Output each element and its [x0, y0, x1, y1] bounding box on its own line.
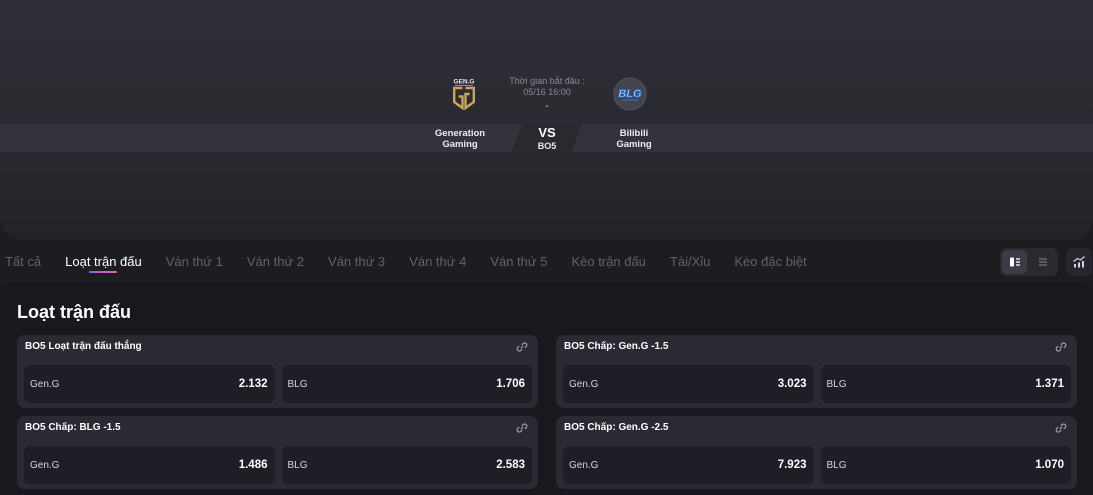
outcome-odds: 1.371: [1035, 378, 1064, 390]
match-start-info: Thời gian bắt đầu : 05/16 16:00 -: [509, 76, 584, 112]
market-outcomes: Gen.G 2.132 BLG 1.706: [17, 359, 538, 408]
link-icon: [1055, 423, 1067, 433]
copy-link-button[interactable]: [1054, 340, 1068, 354]
section-title: Loạt trận đấu: [17, 302, 132, 322]
chart-icon: [1073, 256, 1085, 268]
outcome-team: Gen.G: [30, 379, 60, 390]
outcome-team: BLG: [826, 379, 847, 390]
blg-logo: BLG: [613, 77, 647, 111]
market-title: BO5 Chấp: Gen.G -2.5: [564, 422, 669, 433]
blg-logo-text: BLG: [618, 88, 642, 100]
start-time-value: 05/16 16:00: [523, 87, 571, 97]
market-grid: BO5 Loạt trận đấu thắng Gen.G 2.132 BLG …: [17, 335, 1077, 489]
copy-link-button[interactable]: [1054, 421, 1068, 435]
market-title: BO5 Chấp: Gen.G -1.5: [564, 341, 669, 352]
tab-series[interactable]: Loạt trận đấu: [65, 248, 142, 276]
card-view-icon: [1009, 257, 1020, 267]
copy-link-button[interactable]: [515, 421, 529, 435]
odds-button-away[interactable]: BLG 2.583: [281, 446, 532, 484]
market-tabs: Tất cả Loạt trận đấu Ván thứ 1 Ván thứ 2…: [5, 248, 807, 276]
odds-button-home[interactable]: Gen.G 3.023: [563, 365, 814, 403]
outcome-odds: 2.583: [496, 459, 525, 471]
market-outcomes: Gen.G 7.923 BLG 1.070: [556, 440, 1077, 489]
copy-link-button[interactable]: [515, 340, 529, 354]
market-header: BO5 Chấp: Gen.G -1.5: [556, 335, 1077, 359]
match-page: GEN.G Thời gian bắt đầu : 05/16 16:00 - …: [0, 0, 1093, 495]
odds-button-home[interactable]: Gen.G 2.132: [24, 365, 275, 403]
market-header: BO5 Loạt trận đấu thắng: [17, 335, 538, 359]
tab-game-1[interactable]: Ván thứ 1: [166, 248, 223, 276]
tab-game-5[interactable]: Ván thứ 5: [490, 248, 547, 276]
gen-g-logo-text: GEN.G: [454, 79, 475, 86]
market-card: BO5 Loạt trận đấu thắng Gen.G 2.132 BLG …: [17, 335, 538, 408]
tab-game-2[interactable]: Ván thứ 2: [247, 248, 304, 276]
market-title: BO5 Chấp: BLG -1.5: [25, 422, 121, 433]
market-card: BO5 Chấp: Gen.G -2.5 Gen.G 7.923 BLG 1.0…: [556, 416, 1077, 489]
odds-button-home[interactable]: Gen.G 7.923: [563, 446, 814, 484]
odds-button-home[interactable]: Gen.G 1.486: [24, 446, 275, 484]
list-view-button[interactable]: [1030, 250, 1055, 274]
tab-special-bets[interactable]: Kèo đặc biệt: [734, 248, 806, 276]
away-team-name: Bilibili Gaming: [616, 128, 652, 150]
tab-all[interactable]: Tất cả: [5, 248, 41, 276]
market-title: BO5 Loạt trận đấu thắng: [25, 341, 142, 352]
outcome-odds: 1.706: [496, 378, 525, 390]
tab-over-under[interactable]: Tài/Xỉu: [670, 248, 710, 276]
link-icon: [516, 342, 528, 352]
outcome-team: BLG: [287, 460, 308, 471]
market-outcomes: Gen.G 1.486 BLG 2.583: [17, 440, 538, 489]
view-mode-toggle: [1000, 248, 1058, 276]
outcome-odds: 1.486: [238, 459, 268, 471]
tab-game-3[interactable]: Ván thứ 3: [328, 248, 385, 276]
start-time-label: Thời gian bắt đầu :: [509, 76, 585, 86]
outcome-team: BLG: [287, 379, 308, 390]
list-view-icon: [1038, 258, 1047, 266]
market-card: BO5 Chấp: Gen.G -1.5 Gen.G 3.023 BLG 1.3…: [556, 335, 1077, 408]
outcome-team: Gen.G: [569, 460, 599, 471]
outcome-odds: 2.132: [238, 378, 268, 390]
odds-button-away[interactable]: BLG 1.371: [820, 365, 1071, 403]
outcome-team: Gen.G: [569, 379, 599, 390]
match-score: -: [545, 101, 549, 112]
market-outcomes: Gen.G 3.023 BLG 1.371: [556, 359, 1077, 408]
match-format: BO5: [537, 141, 557, 151]
card-view-button[interactable]: [1002, 250, 1027, 274]
link-icon: [1055, 342, 1067, 352]
market-header: BO5 Chấp: Gen.G -2.5: [556, 416, 1077, 440]
outcome-odds: 7.923: [777, 459, 807, 471]
tab-match-bets[interactable]: Kèo trận đấu: [571, 248, 645, 276]
outcome-team: BLG: [826, 460, 847, 471]
home-team-name: Generation Gaming: [434, 128, 486, 150]
outcome-odds: 1.070: [1035, 459, 1064, 471]
odds-button-away[interactable]: BLG 1.070: [820, 446, 1071, 484]
outcome-odds: 3.023: [777, 378, 807, 390]
outcome-team: Gen.G: [30, 460, 60, 471]
gen-g-logo: GEN.G: [453, 79, 475, 111]
odds-button-away[interactable]: BLG 1.706: [281, 365, 532, 403]
tab-game-4[interactable]: Ván thứ 4: [409, 248, 466, 276]
market-header: BO5 Chấp: BLG -1.5: [17, 416, 538, 440]
link-icon: [516, 423, 528, 433]
match-header: GEN.G Thời gian bắt đầu : 05/16 16:00 - …: [0, 0, 1093, 240]
statistics-button[interactable]: [1066, 248, 1092, 276]
vs-label: VS: [538, 125, 556, 140]
market-card: BO5 Chấp: BLG -1.5 Gen.G 1.486 BLG 2.583: [17, 416, 538, 489]
